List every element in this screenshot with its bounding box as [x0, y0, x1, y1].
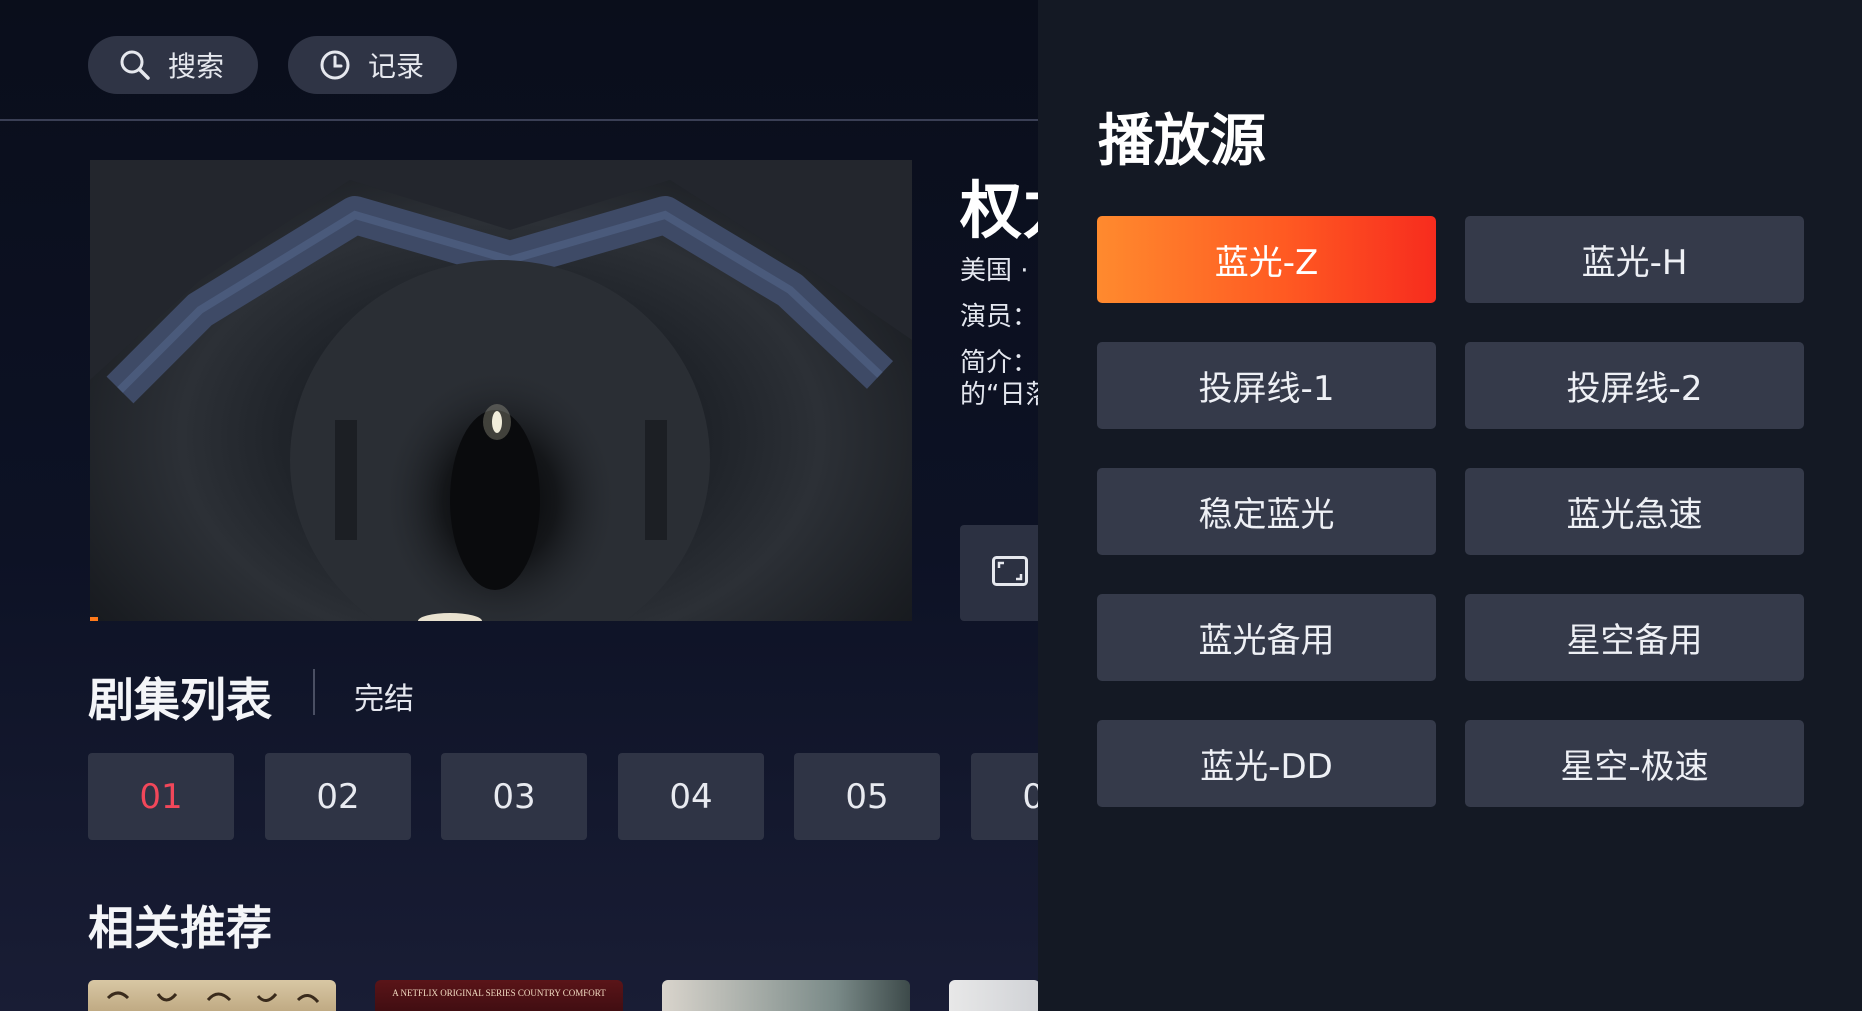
show-intro-text: 的“日落 — [960, 380, 1040, 410]
show-title: 权力 — [960, 174, 1040, 247]
video-player[interactable] — [90, 160, 912, 621]
episode-item[interactable]: 03 — [441, 753, 587, 840]
source-option[interactable]: 蓝光-Z — [1097, 216, 1436, 303]
history-button[interactable]: 记录 — [288, 36, 457, 94]
episode-list-heading: 剧集列表 — [88, 673, 272, 727]
source-option[interactable]: 星空备用 — [1465, 594, 1804, 681]
main-area: 搜索 记录 权 美国 · 演员： 简介： 的“日落 剧集列表 完结 01 02 … — [0, 0, 1040, 1011]
fullscreen-icon — [992, 556, 1028, 590]
source-panel: 播放源 蓝光-Z 蓝光-H 投屏线-1 投屏线-2 稳定蓝光 蓝光急速 蓝光备用… — [1038, 0, 1862, 1011]
thumbnail-caption: A NETFLIX ORIGINAL SERIES COUNTRY COMFOR… — [392, 988, 606, 998]
episode-item[interactable]: 04 — [618, 753, 764, 840]
source-option[interactable]: 蓝光-H — [1465, 216, 1804, 303]
show-cast: 演员： — [960, 302, 1039, 332]
video-frame — [90, 160, 912, 621]
playback-progress — [90, 617, 98, 621]
clock-icon — [318, 48, 352, 82]
fullscreen-button[interactable] — [960, 525, 1040, 621]
recommend-thumbnail[interactable] — [949, 980, 1040, 1011]
source-option[interactable]: 蓝光-DD — [1097, 720, 1436, 807]
history-label: 记录 — [368, 50, 425, 83]
episode-item[interactable]: 02 — [265, 753, 411, 840]
source-option[interactable]: 投屏线-1 — [1097, 342, 1436, 429]
recommend-thumbnail[interactable] — [88, 980, 336, 1011]
source-panel-title: 播放源 — [1098, 109, 1266, 174]
source-option[interactable]: 蓝光备用 — [1097, 594, 1436, 681]
show-region-year: 美国 · 2 — [960, 256, 1040, 286]
episode-status: 完结 — [354, 682, 414, 717]
source-option[interactable]: 星空-极速 — [1465, 720, 1804, 807]
top-bar: 搜索 记录 — [0, 0, 1040, 121]
recommend-thumbnail[interactable] — [662, 980, 910, 1011]
episode-item[interactable]: 01 — [88, 753, 234, 840]
episode-item[interactable]: 06 — [971, 753, 1040, 840]
recommend-heading: 相关推荐 — [88, 901, 272, 955]
thumbnail-art — [106, 991, 320, 1004]
episode-item[interactable]: 05 — [794, 753, 940, 840]
search-label: 搜索 — [168, 50, 225, 83]
source-option[interactable]: 投屏线-2 — [1465, 342, 1804, 429]
source-option[interactable]: 蓝光急速 — [1465, 468, 1804, 555]
heading-divider — [313, 669, 315, 715]
source-option[interactable]: 稳定蓝光 — [1097, 468, 1436, 555]
recommend-thumbnail[interactable]: A NETFLIX ORIGINAL SERIES COUNTRY COMFOR… — [375, 980, 623, 1011]
search-button[interactable]: 搜索 — [88, 36, 258, 94]
search-icon — [118, 48, 152, 82]
